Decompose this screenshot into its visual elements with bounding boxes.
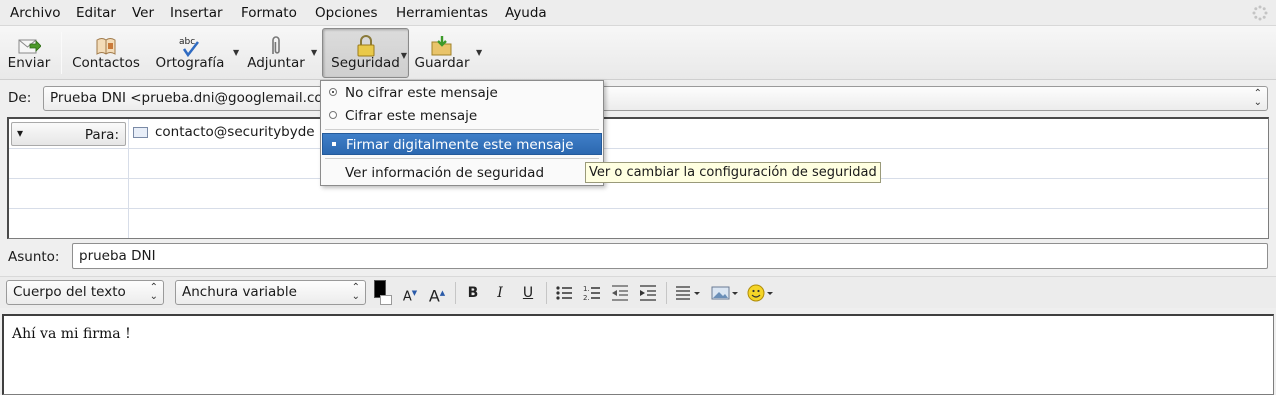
contact-card-icon — [133, 127, 148, 138]
select-updown-icon: ⌃ ⌄ — [351, 282, 360, 302]
security-label: Seguridad — [331, 55, 400, 71]
bullet-list-icon[interactable] — [552, 281, 576, 305]
menu-opciones[interactable]: Opciones — [315, 5, 378, 21]
menu-item-no-encrypt[interactable]: No cifrar este mensaje — [322, 82, 602, 104]
save-button[interactable]: Guardar — [412, 28, 472, 78]
font-select[interactable]: Anchura variable ⌃ ⌄ — [175, 280, 366, 305]
select-updown-icon: ⌃ ⌄ — [1253, 88, 1262, 108]
menu-item-view-security-info[interactable]: Ver información de seguridad — [322, 162, 602, 184]
from-value: Prueba DNI <prueba.dni@googlemail.co — [50, 90, 323, 106]
menu-insertar[interactable]: Insertar — [170, 5, 223, 21]
subject-label: Asunto: — [8, 249, 60, 265]
font-larger-button[interactable]: A▲ — [425, 281, 449, 305]
italic-button[interactable]: I — [488, 281, 512, 305]
font-value: Anchura variable — [182, 284, 297, 300]
security-button[interactable]: Seguridad ▼ — [322, 28, 409, 78]
numbered-list-icon[interactable]: 1. 2. — [580, 281, 604, 305]
select-updown-icon: ⌃ ⌄ — [149, 282, 158, 302]
compose-toolbar: Enviar Contactos abc Ortografía ▼ Adjunt… — [0, 26, 1276, 80]
subject-input[interactable]: prueba DNI — [72, 243, 1268, 269]
activity-throbber-icon — [1252, 5, 1268, 21]
format-toolbar: Cuerpo del texto ⌃ ⌄ Anchura variable ⌃ ⌄ … — [0, 276, 1276, 308]
security-dropdown-arrow-icon[interactable]: ▼ — [401, 51, 407, 60]
insert-image-menu-icon[interactable] — [710, 281, 740, 305]
save-label: Guardar — [414, 55, 470, 71]
tooltip: Ver o cambiar la configuración de seguri… — [585, 162, 881, 183]
spelling-dropdown-arrow-icon[interactable]: ▼ — [233, 48, 239, 57]
menu-herramientas[interactable]: Herramientas — [396, 5, 488, 21]
message-body-text: Ahí va mi firma ! — [12, 326, 131, 342]
indent-icon[interactable] — [636, 281, 660, 305]
send-button[interactable]: Enviar — [4, 28, 54, 78]
menu-ayuda[interactable]: Ayuda — [505, 5, 547, 21]
paragraph-style-select[interactable]: Cuerpo del texto ⌃ ⌄ — [6, 280, 164, 305]
to-type-button[interactable]: ▾ Para: — [11, 122, 126, 146]
menu-editar[interactable]: Editar — [76, 5, 116, 21]
recipient-row-empty[interactable] — [9, 179, 1268, 209]
to-label: Para: — [84, 127, 119, 143]
align-menu-icon[interactable] — [672, 281, 702, 305]
background-color-swatch[interactable] — [380, 295, 392, 305]
outdent-icon[interactable] — [608, 281, 632, 305]
svg-text:abc: abc — [179, 37, 195, 47]
menu-item-label: No cifrar este mensaje — [345, 85, 498, 101]
radio-unchecked-icon — [329, 111, 337, 119]
underline-button[interactable]: U — [516, 281, 540, 305]
pin-icon: ▾ — [17, 126, 24, 140]
contacts-button[interactable]: Contactos — [66, 28, 146, 78]
menu-item-label: Firmar digitalmente este mensaje — [346, 137, 574, 153]
radio-checked-icon — [329, 88, 337, 96]
message-body-editor[interactable]: Ahí va mi firma ! — [2, 314, 1274, 395]
font-smaller-button[interactable]: A▼ — [398, 281, 422, 305]
svg-text:2.: 2. — [583, 294, 590, 302]
menu-ver[interactable]: Ver — [132, 5, 154, 21]
paragraph-style-value: Cuerpo del texto — [13, 284, 126, 300]
security-menu: No cifrar este mensaje Cifrar este mensa… — [320, 80, 604, 186]
save-dropdown-arrow-icon[interactable]: ▼ — [476, 48, 482, 57]
to-address[interactable]: contacto@securitybyde — [155, 124, 315, 140]
smiley-menu-icon[interactable] — [745, 281, 775, 305]
menu-item-label: Cifrar este mensaje — [345, 108, 478, 124]
attach-label: Adjuntar — [247, 55, 305, 71]
menu-bar: Archivo Editar Ver Insertar Formato Opci… — [0, 0, 1276, 26]
bold-button[interactable]: B — [461, 281, 485, 305]
spelling-button[interactable]: abc Ortografía — [150, 28, 230, 78]
contacts-label: Contactos — [72, 55, 140, 71]
recipient-row-empty[interactable] — [9, 209, 1268, 239]
check-mark-icon — [332, 142, 336, 146]
menu-item-label: Ver información de seguridad — [345, 165, 545, 181]
send-label: Enviar — [7, 55, 51, 71]
menu-formato[interactable]: Formato — [241, 5, 297, 21]
attach-dropdown-arrow-icon[interactable]: ▼ — [311, 48, 317, 57]
recipient-row[interactable]: ▾ Para: contacto@securitybyde — [9, 119, 1268, 149]
from-select[interactable]: Prueba DNI <prueba.dni@googlemail.co ⌃ ⌄ — [43, 86, 1268, 111]
menu-archivo[interactable]: Archivo — [10, 5, 60, 21]
from-label: De: — [8, 90, 32, 106]
menu-item-encrypt[interactable]: Cifrar este mensaje — [322, 105, 602, 127]
spelling-label: Ortografía — [155, 55, 225, 71]
menu-item-sign[interactable]: Firmar digitalmente este mensaje — [322, 133, 602, 155]
attach-button[interactable]: Adjuntar — [244, 28, 308, 78]
svg-text:1.: 1. — [583, 285, 590, 293]
